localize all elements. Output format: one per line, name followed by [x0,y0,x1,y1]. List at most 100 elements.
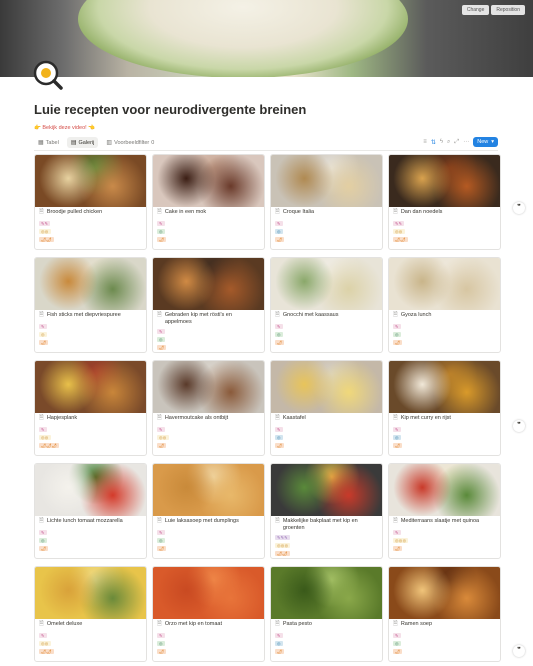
page-icon: 🗎 [393,312,398,318]
recipe-card[interactable]: 🗎 Fish sticks met diepvriespuree ✎ ◎ 🌶 [34,257,147,353]
recipe-title: 🗎 Fish sticks met diepvriespuree [39,312,142,321]
property-tag: 🌶🌶🌶 [39,443,60,448]
recipe-card[interactable]: 🗎 Ramen soep ✎ ◎ 🌶 [388,566,501,662]
comment-icon[interactable]: ❞ [513,202,525,214]
page-icon: 🗎 [275,621,280,627]
cover-salad-plate [78,0,408,77]
recipe-title: 🗎 Broodje pulled chicken [39,209,142,218]
divider [34,150,498,151]
recipe-card[interactable]: 🗎 Orzo met kip en tomaat ✎ ◎ 🌶 [152,566,265,662]
cover-controls: Change Reposition [461,5,525,15]
automation-icon[interactable]: ϟ [440,139,443,145]
chevron-down-icon: ▾ [491,139,494,145]
property-tag: ◎◎ [39,435,51,440]
recipe-card[interactable]: 🗎 Croque Italia ✎ ◎ 🌶 [270,154,383,250]
search-icon[interactable]: ⌕ [447,139,450,146]
tab-tabel[interactable]: ▦ Tabel [34,137,63,148]
recipe-title-text: Pasta pesto [282,621,312,627]
tab-voorbeeldfilter[interactable]: ▥ Voorbeeldfilter 0 [102,137,158,148]
property-tag: 🌶 [157,546,167,551]
tab-galerij[interactable]: ▤ Galerij [66,137,99,148]
recipe-card[interactable]: 🗎 Cake in een mok ✎ ◎ 🌶 [152,154,265,250]
comment-icon[interactable]: ❞ [513,420,525,432]
recipe-card[interactable]: 🗎 Gebraden kip met rösti's en appelmoes ✎ ◎… [152,257,265,353]
property-tag: ◎ [393,641,401,646]
recipe-title-text: Croque Italia [282,209,315,215]
recipe-card[interactable]: 🗎 Havermoutcake als ontbijt ✎ ◎◎ 🌶 [152,360,265,456]
tab-label: Galerij [78,139,95,146]
recipe-title: 🗎 Havermoutcake als ontbijt [157,415,260,424]
recipe-image [271,567,382,619]
property-tag: 🌶 [157,345,167,350]
property-tag: ◎ [157,229,165,234]
property-tag: 🌶 [393,546,403,551]
recipe-card[interactable]: 🗎 Pasta pesto ✎ ◎ 🌶 [270,566,383,662]
page-icon: 🗎 [275,312,280,318]
recipe-card[interactable]: 🗎 Gnocchi met kaassaus ✎ ◎ 🌶 [270,257,383,353]
property-tag: 🌶 [393,649,403,654]
recipe-title: 🗎 Croque Italia [275,209,378,218]
recipe-card[interactable]: 🗎 Mediterraans slaatje met quinoa ✎ ◎◎◎ 🌶 [388,463,501,559]
magnifier-egg-icon[interactable] [33,60,63,90]
property-tag: ✎ [393,427,401,432]
property-tag: ✎ [393,633,401,638]
recipe-card[interactable]: 🗎 Kip met curry en rijst ✎ ◎ 🌶 [388,360,501,456]
reposition-cover-button[interactable]: Reposition [491,5,525,15]
property-tag: ✎ [393,324,401,329]
recipe-image [271,155,382,207]
recipe-card[interactable]: 🗎 Luie laksasoep met dumplings ✎ ◎ 🌶 [152,463,265,559]
filter-icon[interactable]: ≡ [423,139,427,145]
comment-icon[interactable]: ❞ [513,645,525,657]
recipe-card[interactable]: 🗎 Dan dan noedels ✎✎ ◎◎ 🌶🌶 [388,154,501,250]
page-icon: 🗎 [393,621,398,627]
property-tag: ✎ [39,324,47,329]
video-callout[interactable]: 👉 Bekijk deze video! 👈 [34,125,95,131]
property-tag: ◎◎ [393,229,405,234]
property-tag: ✎ [275,633,283,638]
change-cover-button[interactable]: Change [461,5,490,15]
recipe-card[interactable]: 🗎 Omelet deluxe ✎ ◎◎ 🌶🌶 [34,566,147,662]
recipe-image [153,258,264,310]
page-icon: 🗎 [157,209,162,215]
recipe-card[interactable]: 🗎 Broodje pulled chicken ✎✎ ◎◎ 🌶🌶 [34,154,147,250]
gallery-grid: 🗎 Broodje pulled chicken ✎✎ ◎◎ 🌶🌶 🗎 Cake in ee… [34,154,502,662]
more-icon[interactable]: ··· [463,139,469,145]
recipe-title-text: Kip met curry en rijst [400,415,451,421]
property-tag: 🌶 [157,237,167,242]
recipe-title-text: Broodje pulled chicken [46,209,103,215]
recipe-title-text: Dan dan noedels [400,209,443,215]
property-tag: ✎ [393,530,401,535]
recipe-title: 🗎 Kip met curry en rijst [393,415,496,424]
page-icon: 🗎 [39,518,44,524]
recipe-image [389,361,500,413]
recipe-title: 🗎 Gyoza lunch [393,312,496,321]
expand-icon[interactable]: ⤢ [454,139,459,146]
recipe-title: 🗎 Makkelijke bakplaat met kip en groenten [275,518,378,532]
property-tag: ◎◎◎ [275,543,291,548]
property-tag: ◎ [275,332,283,337]
sort-icon[interactable]: ⇅ [431,139,436,146]
property-tag: 🌶 [275,237,285,242]
recipe-image [35,258,146,310]
page-icon: 🗎 [393,209,398,215]
recipe-image [153,567,264,619]
recipe-title: 🗎 Hapjesplank [39,415,142,424]
property-tag: ◎ [39,332,47,337]
recipe-image [153,464,264,516]
recipe-card[interactable]: 🗎 Gyoza lunch ✎ ◎ 🌶 [388,257,501,353]
recipe-title: 🗎 Ramen soep [393,621,496,630]
recipe-card[interactable]: 🗎 Kaastafel ✎ ◎ 🌶 [270,360,383,456]
property-tag: 🌶 [39,546,49,551]
recipe-title-text: Ramen soep [400,621,433,627]
recipe-image [271,464,382,516]
new-button[interactable]: New ▾ [473,137,498,147]
property-tag: ◎◎ [39,641,51,646]
recipe-card[interactable]: 🗎 Hapjesplank ✎ ◎◎ 🌶🌶🌶 [34,360,147,456]
recipe-title: 🗎 Pasta pesto [275,621,378,630]
property-tag: ✎ [39,427,47,432]
recipe-card[interactable]: 🗎 Makkelijke bakplaat met kip en groenten… [270,463,383,559]
recipe-card[interactable]: 🗎 Lichte lunch tomaat mozzarella ✎ ◎ 🌶 [34,463,147,559]
page-icon: 🗎 [275,209,280,215]
tab-label: Voorbeeldfilter [114,139,150,146]
property-tag: ✎ [157,530,165,535]
